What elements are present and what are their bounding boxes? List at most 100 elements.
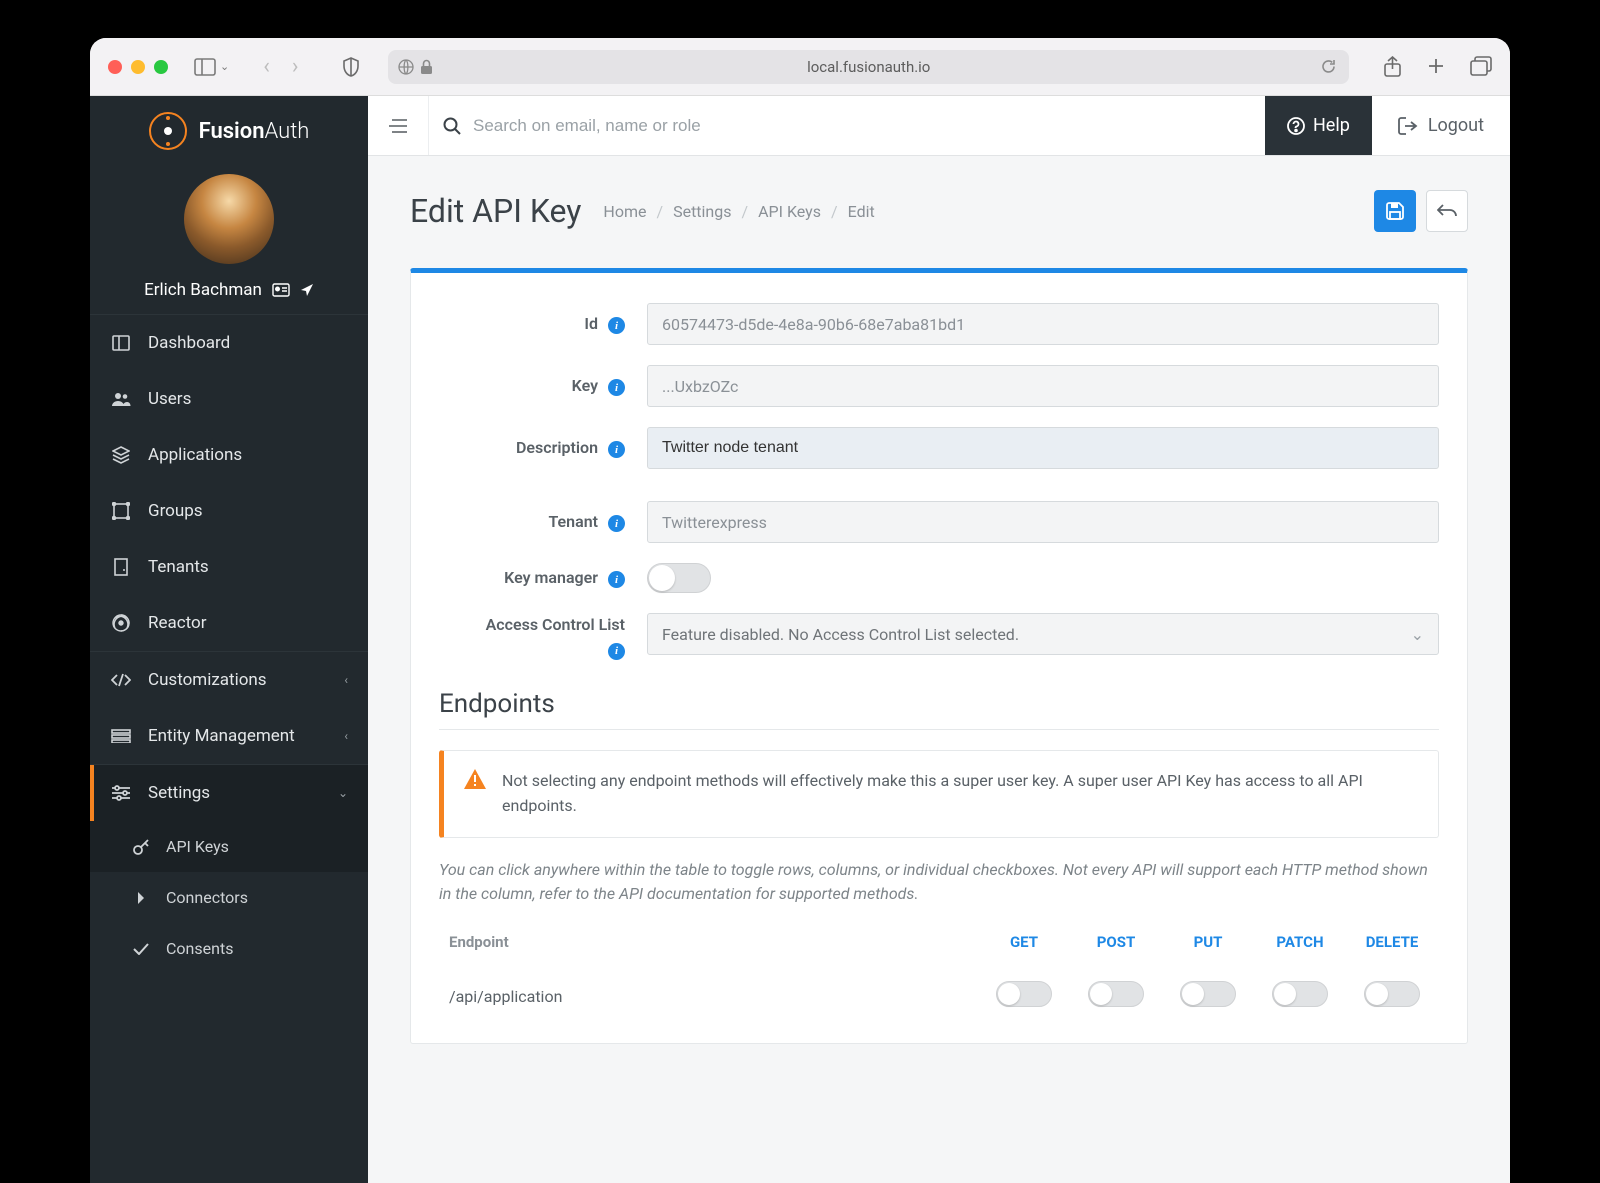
breadcrumb-item[interactable]: Settings [673, 202, 731, 221]
breadcrumb-item: Edit [848, 202, 875, 221]
sliders-icon [110, 785, 132, 801]
topbar: Help Logout [368, 96, 1510, 156]
privacy-shield-icon[interactable] [342, 57, 360, 77]
sidebar-subitem-consents[interactable]: Consents [90, 923, 368, 974]
nav-forward[interactable]: › [292, 56, 299, 78]
check-icon [130, 943, 152, 955]
key-icon [130, 838, 152, 856]
toggle-put[interactable] [1180, 981, 1236, 1007]
acl-label: Access Control List [486, 615, 625, 634]
key-manager-toggle[interactable] [647, 563, 711, 593]
window-close[interactable] [108, 60, 122, 74]
chevron-down-icon: ⌄ [338, 786, 348, 800]
info-icon[interactable]: i [608, 571, 625, 588]
share-icon[interactable] [1383, 56, 1402, 78]
sidebar-item-settings[interactable]: Settings ⌄ [90, 765, 368, 821]
new-tab-icon[interactable] [1426, 56, 1446, 78]
site-settings-icon[interactable] [398, 59, 414, 75]
breadcrumb-item[interactable]: API Keys [758, 202, 821, 221]
sidebar-item-customizations[interactable]: Customizations ‹ [90, 652, 368, 708]
acl-value: Feature disabled. No Access Control List… [662, 625, 1019, 644]
sidebar-subitem-connectors[interactable]: Connectors [90, 872, 368, 923]
sidebar-item-users[interactable]: Users [90, 371, 368, 427]
page-title: Edit API Key [410, 192, 581, 230]
endpoints-hint: You can click anywhere within the table … [439, 858, 1439, 908]
toggle-get[interactable] [996, 981, 1052, 1007]
key-manager-label: Key manager [504, 568, 598, 587]
help-button[interactable]: Help [1265, 96, 1372, 155]
sidebar-subitem-label: Connectors [166, 888, 248, 907]
back-button[interactable] [1426, 190, 1468, 232]
window-zoom[interactable] [154, 60, 168, 74]
info-icon[interactable]: i [608, 317, 625, 334]
lock-icon [420, 59, 433, 75]
table-row[interactable]: /api/application [441, 971, 1437, 1021]
nav-back[interactable]: ‹ [263, 56, 270, 78]
endpoint-path: /api/application [441, 971, 977, 1021]
address-bar[interactable]: local.fusionauth.io [388, 50, 1349, 84]
undo-icon [1437, 204, 1457, 218]
sidebar-item-label: Entity Management [148, 726, 295, 746]
traffic-lights [108, 60, 168, 74]
browser-sidebar-toggle[interactable]: ⌄ [194, 58, 229, 76]
col-delete[interactable]: DELETE [1347, 927, 1437, 969]
info-icon[interactable]: i [608, 379, 625, 396]
save-button[interactable] [1374, 190, 1416, 232]
description-field[interactable] [647, 427, 1439, 469]
id-card-icon[interactable] [272, 283, 290, 297]
save-icon [1386, 202, 1404, 220]
chevron-left-icon: ‹ [344, 729, 348, 743]
info-icon[interactable]: i [608, 643, 625, 660]
col-put[interactable]: PUT [1163, 927, 1253, 969]
info-icon[interactable]: i [608, 441, 625, 458]
chevron-right-icon [130, 891, 152, 905]
sidebar-item-label: Users [148, 389, 191, 409]
id-field: 60574473-d5de-4e8a-90b6-68e7aba81bd1 [647, 303, 1439, 345]
col-get[interactable]: GET [979, 927, 1069, 969]
form-panel: Id i 60574473-d5de-4e8a-90b6-68e7aba81bd… [410, 268, 1468, 1044]
location-icon[interactable] [300, 283, 314, 297]
sidebar-item-tenants[interactable]: Tenants [90, 539, 368, 595]
reload-icon[interactable] [1320, 58, 1337, 75]
endpoints-warning: Not selecting any endpoint methods will … [439, 750, 1439, 838]
toggle-post[interactable] [1088, 981, 1144, 1007]
sidebar-item-groups[interactable]: Groups [90, 483, 368, 539]
brand-mark-icon [149, 112, 187, 150]
collapse-sidebar-icon[interactable] [388, 118, 408, 134]
global-search[interactable] [429, 116, 1265, 136]
browser-window: ⌄ ‹ › local.fusionauth.io [90, 38, 1510, 1183]
col-post[interactable]: POST [1071, 927, 1161, 969]
breadcrumb: Home/ Settings/ API Keys/ Edit [603, 202, 874, 221]
sidebar-item-label: Groups [148, 501, 203, 521]
avatar[interactable] [184, 174, 274, 264]
sidebar-item-applications[interactable]: Applications [90, 427, 368, 483]
sidebar-subitem-api-keys[interactable]: API Keys [90, 821, 368, 872]
info-icon[interactable]: i [608, 515, 625, 532]
sidebar-item-label: Reactor [148, 613, 207, 633]
window-minimize[interactable] [131, 60, 145, 74]
brand[interactable]: FusionAuth [90, 96, 368, 156]
sidebar-icon [194, 58, 216, 76]
sidebar-item-dashboard[interactable]: Dashboard [90, 315, 368, 371]
key-label: Key [572, 376, 598, 395]
sidebar-item-entity-management[interactable]: Entity Management ‹ [90, 708, 368, 764]
col-patch[interactable]: PATCH [1255, 927, 1345, 969]
sidebar-item-reactor[interactable]: Reactor [90, 595, 368, 651]
reactor-icon [110, 613, 132, 633]
logout-icon [1398, 117, 1418, 135]
code-icon [110, 673, 132, 687]
help-icon [1287, 117, 1305, 135]
toggle-patch[interactable] [1272, 981, 1328, 1007]
acl-select[interactable]: Feature disabled. No Access Control List… [647, 613, 1439, 655]
search-input[interactable] [473, 116, 1251, 136]
logout-button[interactable]: Logout [1372, 96, 1510, 155]
toggle-delete[interactable] [1364, 981, 1420, 1007]
sidebar-item-label: Dashboard [148, 333, 230, 353]
warning-icon [464, 769, 486, 789]
col-endpoint[interactable]: Endpoint [441, 927, 977, 969]
brand-name: FusionAuth [199, 119, 310, 144]
profile-name: Erlich Bachman [144, 280, 262, 300]
breadcrumb-item[interactable]: Home [603, 202, 646, 221]
sidebar-item-label: Customizations [148, 670, 267, 690]
tab-overview-icon[interactable] [1470, 56, 1492, 78]
